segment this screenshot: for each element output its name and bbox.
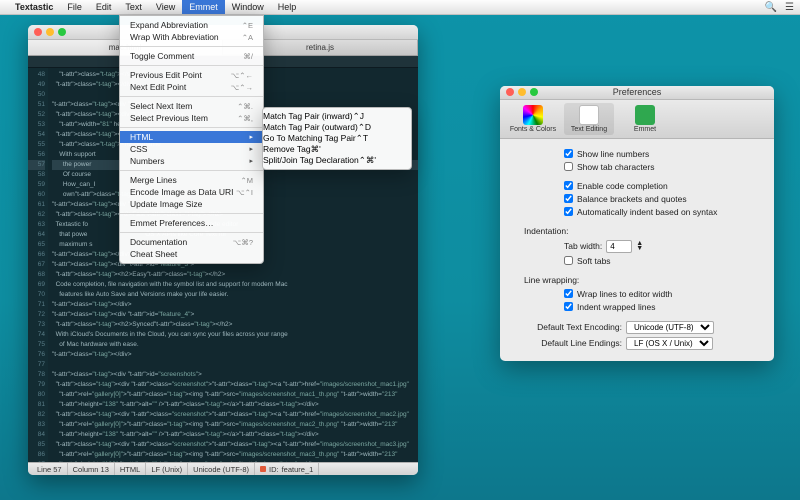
menu-item[interactable]: Emmet Preferences… (120, 217, 263, 229)
status-line-endings[interactable]: LF (Unix) (146, 463, 188, 475)
menu-item[interactable]: Previous Edit Point⌥⌃← (120, 69, 263, 81)
menubar: Textastic File Edit Text View Emmet Wind… (0, 0, 800, 15)
status-column[interactable]: Column 13 (68, 463, 115, 475)
prefs-tab-fonts-colors[interactable]: Fonts & Colors (508, 103, 558, 135)
check-indent-wrapped[interactable]: Indent wrapped lines (564, 300, 762, 313)
menu-view[interactable]: View (149, 0, 182, 14)
menu-item[interactable]: Next Edit Point⌥⌃→ (120, 81, 263, 93)
endings-label: Default Line Endings: (512, 338, 622, 348)
menu-help[interactable]: Help (271, 0, 304, 14)
prefs-traffic-lights[interactable] (506, 88, 538, 96)
prefs-tab-text-editing[interactable]: Text Editing (564, 103, 614, 135)
check-auto-indent[interactable]: Automatically indent based on syntax (564, 205, 762, 218)
prefs-titlebar[interactable]: Preferences (500, 86, 774, 100)
menubar-right: 🔍 ☰ (765, 2, 800, 13)
check-label: Soft tabs (577, 256, 611, 266)
encoding-select[interactable]: Unicode (UTF-8) (626, 321, 714, 334)
list-icon[interactable]: ☰ (785, 2, 794, 13)
emmet-icon (635, 105, 655, 125)
prefs-tab-label: Text Editing (571, 126, 607, 133)
submenu-item[interactable]: Match Tag Pair (inward)⌃J (263, 111, 411, 122)
prefs-tab-label: Fonts & Colors (510, 126, 556, 133)
menu-file[interactable]: File (60, 0, 89, 14)
encoding-row: Default Text Encoding: Unicode (UTF-8) (512, 319, 762, 335)
line-wrapping-label: Line wrapping: (524, 275, 762, 285)
zoom-icon[interactable] (530, 88, 538, 96)
encoding-label: Default Text Encoding: (512, 322, 622, 332)
submenu-item[interactable]: Go To Matching Tag Pair⌃T (263, 133, 411, 144)
html-submenu: Match Tag Pair (inward)⌃JMatch Tag Pair … (262, 107, 412, 170)
line-gutter: 4849505152535455565758596061626364656667… (28, 68, 48, 462)
check-tab-chars[interactable]: Show tab characters (564, 160, 762, 173)
submenu-item[interactable]: Remove Tag⌘' (263, 144, 411, 155)
menu-item[interactable]: HTML (120, 131, 263, 143)
check-soft-tabs[interactable]: Soft tabs (564, 254, 762, 267)
prefs-tab-emmet[interactable]: Emmet (620, 103, 670, 135)
menu-window[interactable]: Window (225, 0, 271, 14)
menu-text[interactable]: Text (118, 0, 149, 14)
status-id-label: ID: (269, 465, 279, 474)
check-label: Enable code completion (577, 181, 668, 191)
status-lang[interactable]: HTML (115, 463, 146, 475)
menu-emmet[interactable]: Emmet (182, 0, 225, 14)
menu-item[interactable]: Select Next Item⌃⌘. (120, 100, 263, 112)
emmet-menu: Expand Abbreviation⌃EWrap With Abbreviat… (119, 15, 264, 264)
status-symbol[interactable]: ID: feature_1 (255, 463, 319, 475)
tab-width-input[interactable] (606, 240, 632, 253)
menu-item[interactable]: Documentation⌥⌘? (120, 236, 263, 248)
endings-select[interactable]: LF (OS X / Unix) (626, 337, 713, 350)
submenu-item[interactable]: Split/Join Tag Declaration⌃⌘' (263, 155, 411, 166)
indentation-label: Indentation: (524, 226, 762, 236)
check-label: Indent wrapped lines (577, 302, 655, 312)
text-editing-icon (579, 105, 599, 125)
tab-width-row: Tab width: ▲▼ (564, 238, 762, 254)
stepper-icon[interactable]: ▲▼ (636, 241, 643, 251)
menu-item[interactable]: Wrap With Abbreviation⌃A (120, 31, 263, 43)
menu-item[interactable]: Encode Image as Data URI⌥⌃I (120, 186, 263, 198)
close-icon[interactable] (34, 28, 42, 36)
menu-item[interactable]: Merge Lines⌃M (120, 174, 263, 186)
status-encoding[interactable]: Unicode (UTF-8) (188, 463, 255, 475)
status-bar: Line 57 Column 13 HTML LF (Unix) Unicode… (28, 462, 418, 475)
prefs-toolbar: Fonts & Colors Text Editing Emmet (500, 100, 774, 139)
menu-item[interactable]: CSS (120, 143, 263, 155)
tab-width-label: Tab width: (564, 241, 602, 251)
endings-row: Default Line Endings: LF (OS X / Unix) (512, 335, 762, 351)
check-label: Wrap lines to editor width (577, 289, 672, 299)
minimize-icon[interactable] (46, 28, 54, 36)
check-label: Automatically indent based on syntax (577, 207, 717, 217)
fonts-colors-icon (523, 105, 543, 125)
check-label: Show line numbers (577, 149, 649, 159)
prefs-title: Preferences (613, 87, 662, 97)
submenu-item[interactable]: Match Tag Pair (outward)⌃D (263, 122, 411, 133)
menubar-app-name[interactable]: Textastic (8, 0, 60, 14)
preferences-window: Preferences Fonts & Colors Text Editing … (500, 86, 774, 361)
check-label: Show tab characters (577, 162, 654, 172)
menu-item[interactable]: Toggle Comment⌘/ (120, 50, 263, 62)
menu-item[interactable]: Cheat Sheet (120, 248, 263, 260)
menu-item[interactable]: Numbers (120, 155, 263, 167)
prefs-tab-label: Emmet (634, 126, 656, 133)
minimize-icon[interactable] (518, 88, 526, 96)
check-line-numbers[interactable]: Show line numbers (564, 147, 762, 160)
status-line[interactable]: Line 57 (32, 463, 68, 475)
check-wrap-lines[interactable]: Wrap lines to editor width (564, 287, 762, 300)
menu-item[interactable]: Expand Abbreviation⌃E (120, 19, 263, 31)
close-icon[interactable] (506, 88, 514, 96)
check-balance[interactable]: Balance brackets and quotes (564, 192, 762, 205)
check-label: Balance brackets and quotes (577, 194, 687, 204)
prefs-body: Show line numbers Show tab characters En… (500, 139, 774, 361)
traffic-lights[interactable] (34, 28, 66, 36)
status-id-value: feature_1 (282, 465, 314, 474)
zoom-icon[interactable] (58, 28, 66, 36)
menu-edit[interactable]: Edit (89, 0, 119, 14)
menu-item[interactable]: Update Image Size (120, 198, 263, 210)
menu-item[interactable]: Select Previous Item⌃⌘, (120, 112, 263, 124)
check-code-completion[interactable]: Enable code completion (564, 179, 762, 192)
search-icon[interactable]: 🔍 (765, 2, 777, 13)
symbol-dot-icon (260, 466, 266, 472)
